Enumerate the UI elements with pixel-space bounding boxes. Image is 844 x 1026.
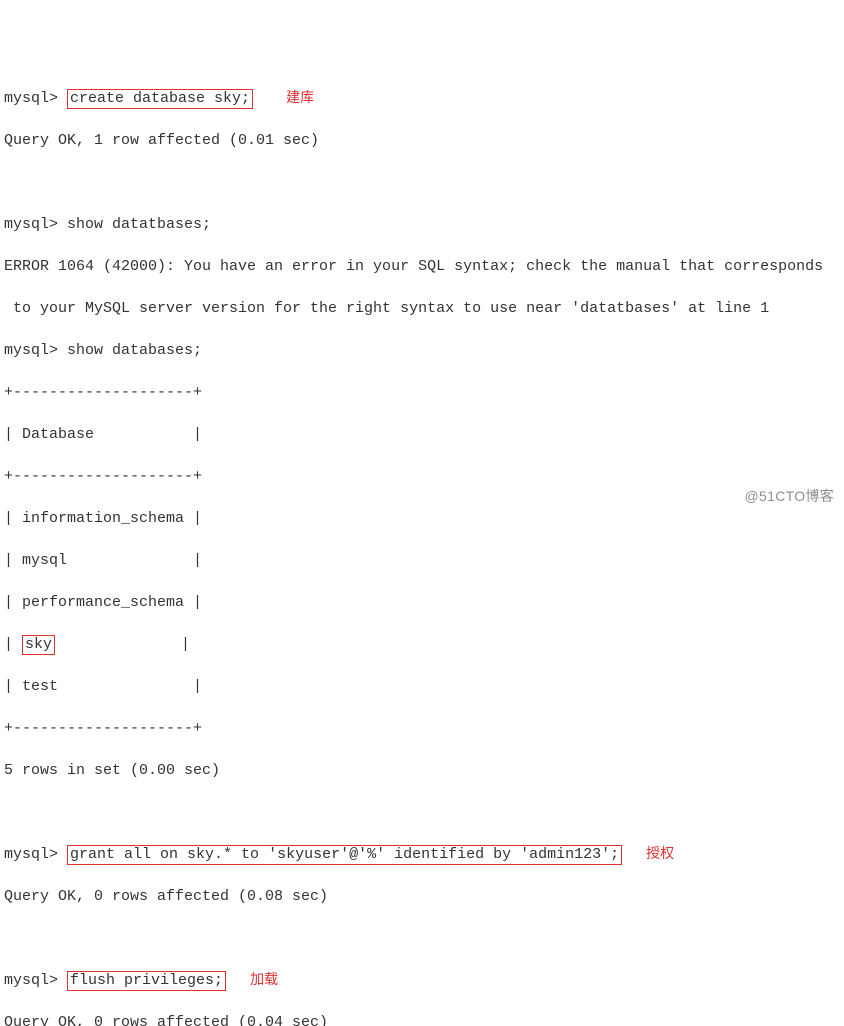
response-show: 5 rows in set (0.00 sec) [4, 760, 844, 781]
table-row: | test | [4, 676, 844, 697]
label-grant: 授权 [646, 845, 674, 861]
table-row: | information_schema | [4, 508, 844, 529]
mysql-prompt: mysql> [4, 216, 58, 233]
cmd-show-databases: show databases; [67, 342, 202, 359]
cmd-create-database: create database sky; [67, 89, 253, 109]
label-flush: 加载 [250, 971, 278, 987]
label-create: 建库 [286, 89, 314, 105]
table-row-sky: | sky | [4, 634, 844, 655]
blank [4, 172, 844, 193]
line-show-typo: mysql> show datatbases; [4, 214, 844, 235]
line-show: mysql> show databases; [4, 340, 844, 361]
cmd-grant: grant all on sky.* to 'skyuser'@'%' iden… [67, 845, 622, 865]
cmd-flush: flush privileges; [67, 971, 226, 991]
row-sky-post: | [55, 636, 190, 653]
table-header: | Database | [4, 424, 844, 445]
cmd-show-typo: show datatbases; [67, 216, 211, 233]
mysql-prompt: mysql> [4, 342, 58, 359]
watermark: @51CTO博客 [745, 487, 834, 507]
table-sep-top: +--------------------+ [4, 382, 844, 403]
line-grant: mysql> grant all on sky.* to 'skyuser'@'… [4, 844, 844, 865]
mysql-prompt: mysql> [4, 846, 58, 863]
error-line-2: to your MySQL server version for the rig… [4, 298, 844, 319]
table-sep-bottom: +--------------------+ [4, 718, 844, 739]
response-grant: Query OK, 0 rows affected (0.08 sec) [4, 886, 844, 907]
response-create: Query OK, 1 row affected (0.01 sec) [4, 130, 844, 151]
table-row: | performance_schema | [4, 592, 844, 613]
line-create: mysql> create database sky; 建库 [4, 88, 844, 109]
db-sky: sky [22, 635, 55, 655]
blank [4, 802, 844, 823]
row-sky-pre: | [4, 636, 22, 653]
response-flush: Query OK, 0 rows affected (0.04 sec) [4, 1012, 844, 1026]
mysql-prompt: mysql> [4, 90, 58, 107]
error-line-1: ERROR 1064 (42000): You have an error in… [4, 256, 844, 277]
table-row: | mysql | [4, 550, 844, 571]
table-sep-mid: +--------------------+ [4, 466, 844, 487]
line-flush: mysql> flush privileges; 加载 [4, 970, 844, 991]
blank [4, 928, 844, 949]
mysql-prompt: mysql> [4, 972, 58, 989]
